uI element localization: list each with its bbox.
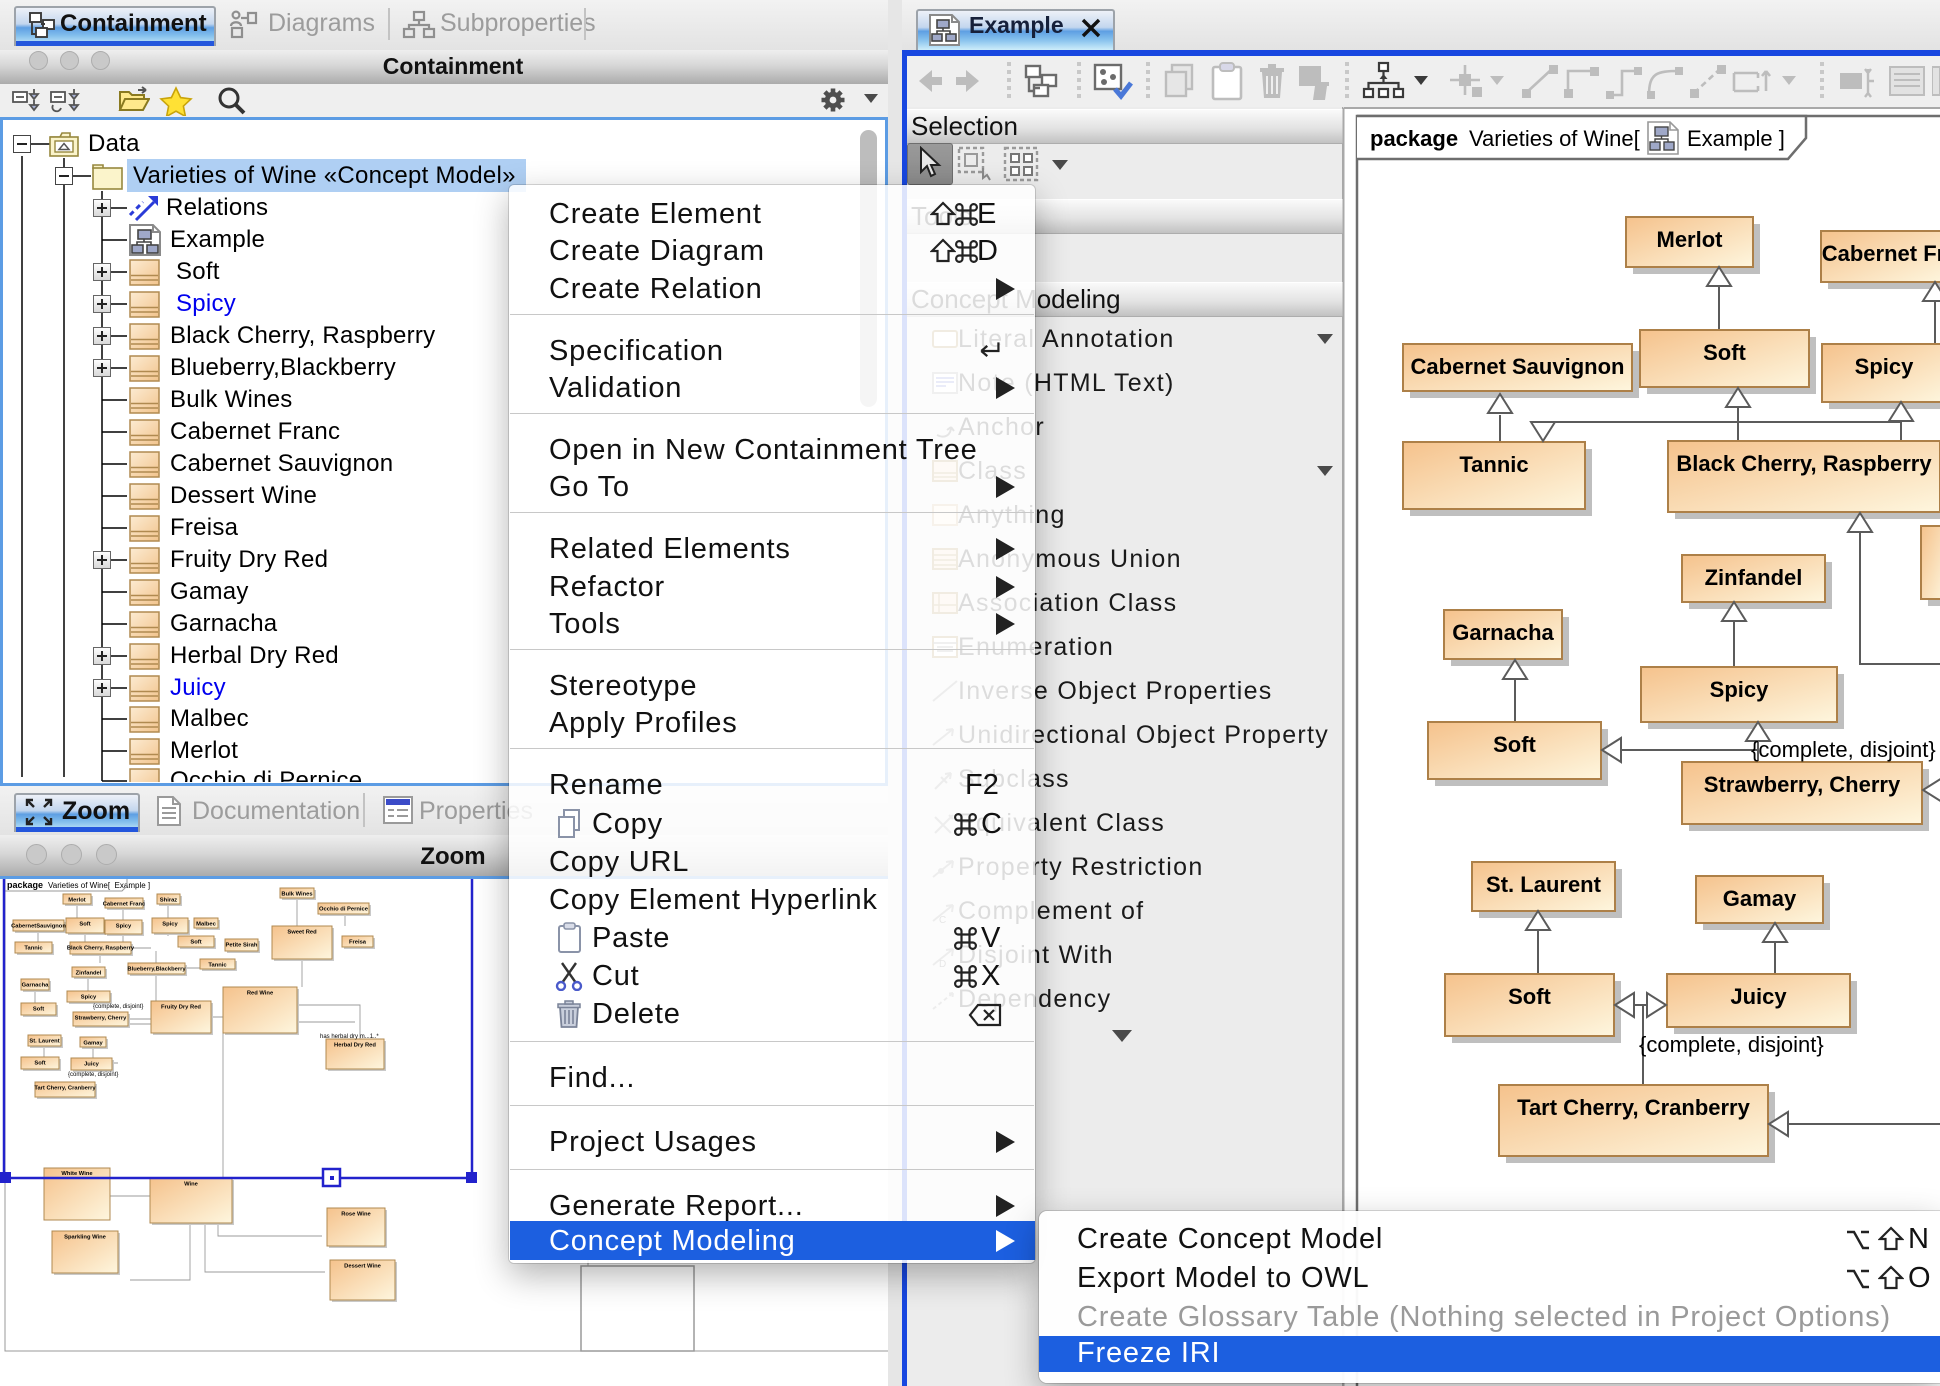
svg-text:Cabernet Sauvignon: Cabernet Sauvignon bbox=[1411, 354, 1625, 379]
svg-text:Soft: Soft bbox=[1493, 732, 1536, 757]
svg-text:Black Cherry, Raspberry: Black Cherry, Raspberry bbox=[1676, 451, 1932, 476]
svg-text:Tart Cherry, Cranberry: Tart Cherry, Cranberry bbox=[1517, 1095, 1750, 1120]
svg-text:Varieties of Wine[: Varieties of Wine[ bbox=[1469, 126, 1640, 151]
svg-text:package: package bbox=[1370, 126, 1458, 151]
svg-text:St. Laurent: St. Laurent bbox=[1486, 872, 1602, 897]
svg-text:Strawberry, Cherry: Strawberry, Cherry bbox=[1704, 772, 1901, 797]
svg-text:{complete, disjoint}: {complete, disjoint} bbox=[1639, 1032, 1824, 1057]
svg-text:Soft: Soft bbox=[1508, 984, 1551, 1009]
svg-text:Juicy: Juicy bbox=[1730, 984, 1787, 1009]
svg-text:{complete, disjoint}: {complete, disjoint} bbox=[1751, 737, 1936, 762]
svg-text:Example ]: Example ] bbox=[1687, 126, 1785, 151]
svg-text:Spicy: Spicy bbox=[1710, 677, 1769, 702]
svg-text:Garnacha: Garnacha bbox=[1452, 620, 1554, 645]
svg-text:Merlot: Merlot bbox=[1657, 227, 1724, 252]
svg-text:Cabernet Fr: Cabernet Fr bbox=[1822, 241, 1940, 266]
svg-text:Soft: Soft bbox=[1703, 340, 1746, 365]
svg-text:Spicy: Spicy bbox=[1855, 354, 1914, 379]
svg-text:Tannic: Tannic bbox=[1459, 452, 1528, 477]
svg-text:Zinfandel: Zinfandel bbox=[1705, 565, 1803, 590]
svg-text:Gamay: Gamay bbox=[1723, 886, 1797, 911]
